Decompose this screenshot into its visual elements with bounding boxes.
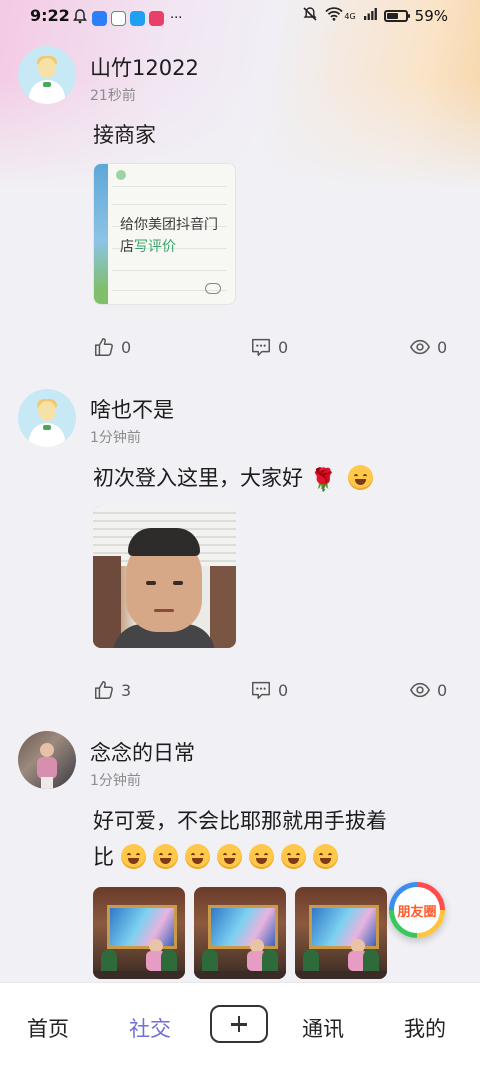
rose-emoji: 🌹: [309, 468, 338, 493]
avatar[interactable]: [18, 46, 76, 104]
bell-icon: [72, 8, 88, 28]
grin-emoji: [184, 844, 210, 869]
post-time: 1分钟前: [90, 430, 141, 446]
status-notification-icons: ···: [72, 8, 182, 28]
comment-icon: [252, 681, 270, 699]
search-app-icon: [130, 10, 145, 26]
grin-emoji: [120, 844, 146, 869]
post-text: 初次登入这里，大家好 🌹: [93, 460, 453, 499]
status-right: 4G 59%: [302, 6, 448, 26]
battery-icon: [383, 10, 410, 22]
create-post-button[interactable]: [210, 1005, 268, 1043]
views-indicator: 0: [409, 336, 447, 358]
signal-icon: [363, 7, 377, 25]
post-username[interactable]: 山竹12022: [90, 52, 199, 82]
grin-emoji: [248, 844, 274, 869]
post-username[interactable]: 啥也不是: [90, 394, 174, 424]
like-button[interactable]: 3: [93, 679, 131, 701]
view-count: 0: [437, 680, 448, 700]
comment-icon: [252, 338, 270, 356]
app-blue-icon: [92, 10, 107, 26]
post-text: 接商家: [93, 123, 156, 147]
tab-home[interactable]: 首页: [27, 1013, 69, 1043]
more-icon: ···: [170, 10, 183, 26]
status-bar: 9:22 ··· 4G 59%: [0, 0, 480, 32]
network-label: 4G: [344, 11, 356, 21]
wifi-icon: [325, 7, 343, 25]
bottom-tab-bar: 首页 社交 通讯 我的: [0, 982, 480, 1068]
app-red-icon: [149, 10, 164, 26]
moments-floating-button[interactable]: 朋友圈: [389, 882, 445, 938]
status-time: 9:22: [30, 6, 70, 25]
mute-icon: [302, 6, 318, 26]
smile-emoji: [347, 465, 373, 490]
comment-button[interactable]: 0: [250, 336, 288, 358]
post-username[interactable]: 念念的日常: [90, 737, 195, 767]
like-count: 3: [121, 680, 132, 700]
post-time: 21秒前: [90, 88, 136, 104]
eye-icon: [409, 682, 431, 698]
tab-me[interactable]: 我的: [404, 1013, 446, 1043]
comment-count: 0: [278, 680, 289, 700]
post-text-line: 好可爱，不会比耶那就用手拔着: [93, 809, 387, 833]
comment-count: 0: [278, 337, 289, 357]
avatar[interactable]: [18, 731, 76, 789]
post-image[interactable]: [295, 887, 387, 979]
avatar[interactable]: [18, 389, 76, 447]
grin-emoji: [312, 844, 338, 869]
post-image[interactable]: [194, 887, 286, 979]
tab-contacts[interactable]: 通讯: [302, 1013, 344, 1043]
thumbs-up-icon: [95, 338, 113, 356]
post-text-line: 比: [93, 845, 114, 869]
eye-icon: [409, 339, 431, 355]
post-time: 1分钟前: [90, 773, 141, 789]
post-image[interactable]: 给你美团抖音门 店写评价: [93, 163, 236, 305]
post-image[interactable]: [93, 506, 236, 648]
post-text-content: 初次登入这里，大家好: [93, 466, 303, 490]
comment-button[interactable]: 0: [250, 679, 288, 701]
like-button[interactable]: 0: [93, 336, 131, 358]
app-green-icon: [111, 10, 126, 26]
post-image[interactable]: [93, 887, 185, 979]
grin-emoji: [152, 844, 178, 869]
grin-emoji: [280, 844, 306, 869]
tab-social[interactable]: 社交: [129, 1013, 171, 1043]
thumbs-up-icon: [95, 681, 113, 699]
moments-badge-label: 朋友圈: [394, 887, 440, 933]
battery-percent: 59%: [414, 7, 448, 25]
like-count: 0: [121, 337, 132, 357]
post-text: 好可爱，不会比耶那就用手拔着 比: [93, 803, 453, 875]
post-image-caption: 给你美团抖音门 店写评价: [120, 217, 218, 255]
view-count: 0: [437, 337, 448, 357]
views-indicator: 0: [409, 679, 447, 701]
grin-emoji: [216, 844, 242, 869]
